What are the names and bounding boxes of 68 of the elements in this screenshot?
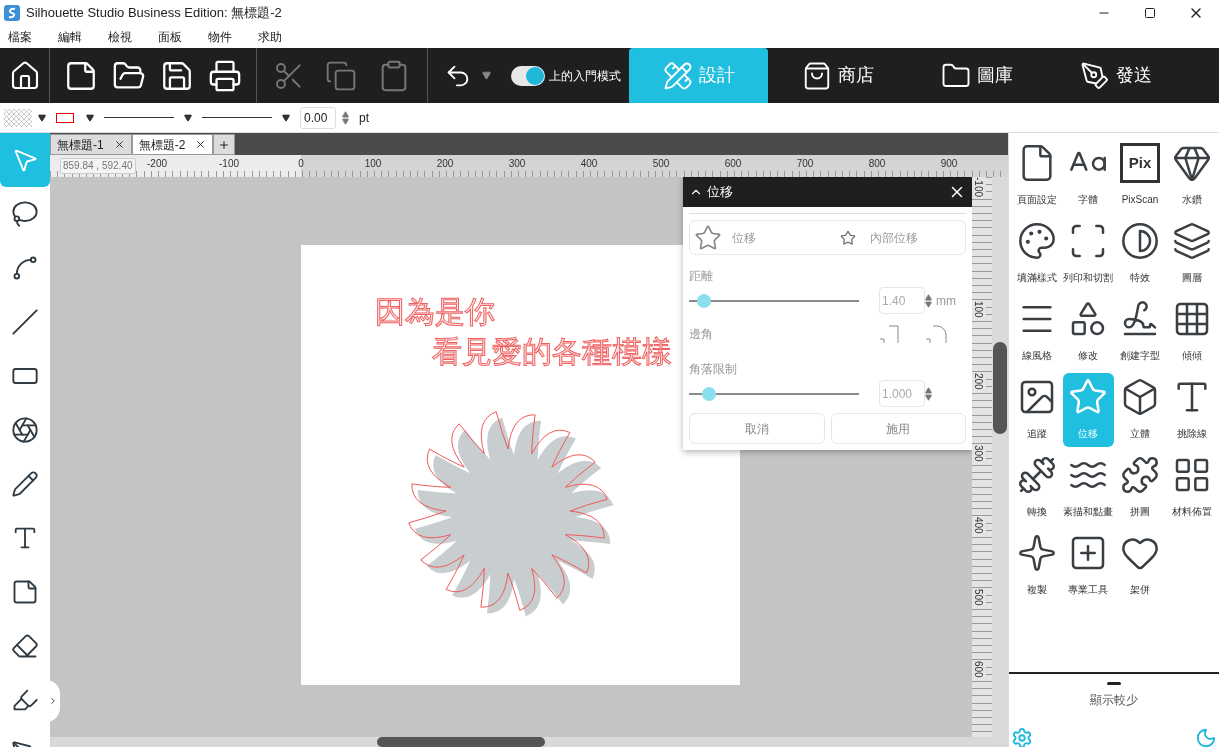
line-width-field[interactable]: 0.00 xyxy=(300,106,336,129)
ruler-label: 300 xyxy=(508,157,526,171)
menu-item[interactable]: 面板 xyxy=(158,28,182,46)
ruler-label: 400 xyxy=(580,157,598,171)
ruler-label: 0 xyxy=(298,157,304,171)
panel-tool-button[interactable]: 修改 xyxy=(1062,295,1114,369)
ruler-label: 200 xyxy=(972,373,986,390)
field-label: 角落限制 xyxy=(689,361,738,378)
panel-tool-button[interactable]: 列印和切割 xyxy=(1062,217,1114,291)
ruler-label: 400 xyxy=(972,517,986,534)
panel-tool-button[interactable]: 頁面設定 xyxy=(1011,139,1062,213)
ruler-label: 800 xyxy=(868,157,886,171)
unit-label: pt xyxy=(359,109,369,127)
panel-tool-button[interactable]: 傾傾 xyxy=(1166,295,1218,369)
panel-tool-button[interactable]: 追蹤 xyxy=(1011,373,1062,447)
show-less-button[interactable]: 顯示較少 xyxy=(1090,691,1138,709)
ruler-label: 100 xyxy=(364,157,382,171)
ruler-label: 900 xyxy=(940,157,958,171)
pix-scan-icon: Pix xyxy=(1120,143,1160,183)
ruler-label: -200 xyxy=(147,157,167,171)
canvas-text: 因為是你 xyxy=(375,297,495,327)
panel-tool-button[interactable]: 創建字型 xyxy=(1114,295,1166,369)
ruler-label: 700 xyxy=(796,157,814,171)
ruler-label: 600 xyxy=(972,661,986,678)
panel-tool-button[interactable]: 轉換 xyxy=(1011,451,1062,525)
ruler-label: 100 xyxy=(972,301,986,318)
panel-tool-button[interactable]: 水鑽 xyxy=(1166,139,1218,213)
menu-item[interactable]: 物件 xyxy=(208,28,232,46)
document-tab[interactable]: 無標題-1 xyxy=(50,134,132,155)
panel-tool-button[interactable]: 立體 xyxy=(1114,373,1166,447)
cancel-button[interactable]: 取消 xyxy=(689,413,825,444)
panel-tool-button[interactable]: 填滿樣式 xyxy=(1011,217,1062,291)
ruler-label: -100 xyxy=(219,157,239,171)
panel-tool-button[interactable]: 素描和點畫 xyxy=(1062,451,1114,525)
field-label: 邊角 xyxy=(689,326,713,343)
ruler-label: 600 xyxy=(724,157,742,171)
ruler-label: 500 xyxy=(652,157,670,171)
toggle-label: 上的入門模式 xyxy=(549,67,621,85)
window-title: Silhouette Studio Business Edition: 無標題-2 xyxy=(26,4,282,23)
ruler-label: 200 xyxy=(436,157,454,171)
canvas-text: 看見愛的各種模樣 xyxy=(432,337,672,367)
panel-tool-button[interactable]: 特效 xyxy=(1114,217,1166,291)
ruler-label: 300 xyxy=(972,445,986,462)
menu-item[interactable]: 檢視 xyxy=(108,28,132,46)
panel-tool-button[interactable]: 挑除線 xyxy=(1166,373,1218,447)
panel-tool-button[interactable]: 架併 xyxy=(1114,529,1166,603)
nav-tab[interactable]: 圖庫 xyxy=(907,48,1046,103)
ruler-label: 500 xyxy=(972,589,986,606)
field-label: 距離 xyxy=(689,268,714,285)
document-tab[interactable]: 無標題-2 xyxy=(131,134,214,155)
panel-title: 位移 xyxy=(707,183,733,202)
panel-tool-button[interactable]: 線風格 xyxy=(1011,295,1062,369)
ruler-label: -100 xyxy=(972,177,986,197)
menu-item[interactable]: 求助 xyxy=(258,28,282,46)
menu-item[interactable]: 編輯 xyxy=(58,28,82,46)
nav-tab[interactable]: 發送 xyxy=(1046,48,1185,103)
panel-tool-button[interactable]: 圖層 xyxy=(1166,217,1218,291)
panel-tool-button[interactable]: 材料佈置 xyxy=(1166,451,1218,525)
panel-tool-button[interactable]: Pix PixScan xyxy=(1114,139,1166,213)
coordinates-readout: 859.84 , 592.40 xyxy=(60,158,136,174)
apply-button[interactable]: 施用 xyxy=(830,413,966,444)
panel-tool-button[interactable]: 專業工具 xyxy=(1062,529,1114,603)
menu-item[interactable]: 檔案 xyxy=(8,28,32,46)
nav-tab[interactable]: 商店 xyxy=(768,48,907,103)
panel-tool-button[interactable]: 字體 xyxy=(1062,139,1114,213)
panel-tool-button[interactable]: 複製 xyxy=(1011,529,1062,603)
panel-tool-button[interactable]: 拼圖 xyxy=(1114,451,1166,525)
unit-label: mm xyxy=(936,292,956,310)
